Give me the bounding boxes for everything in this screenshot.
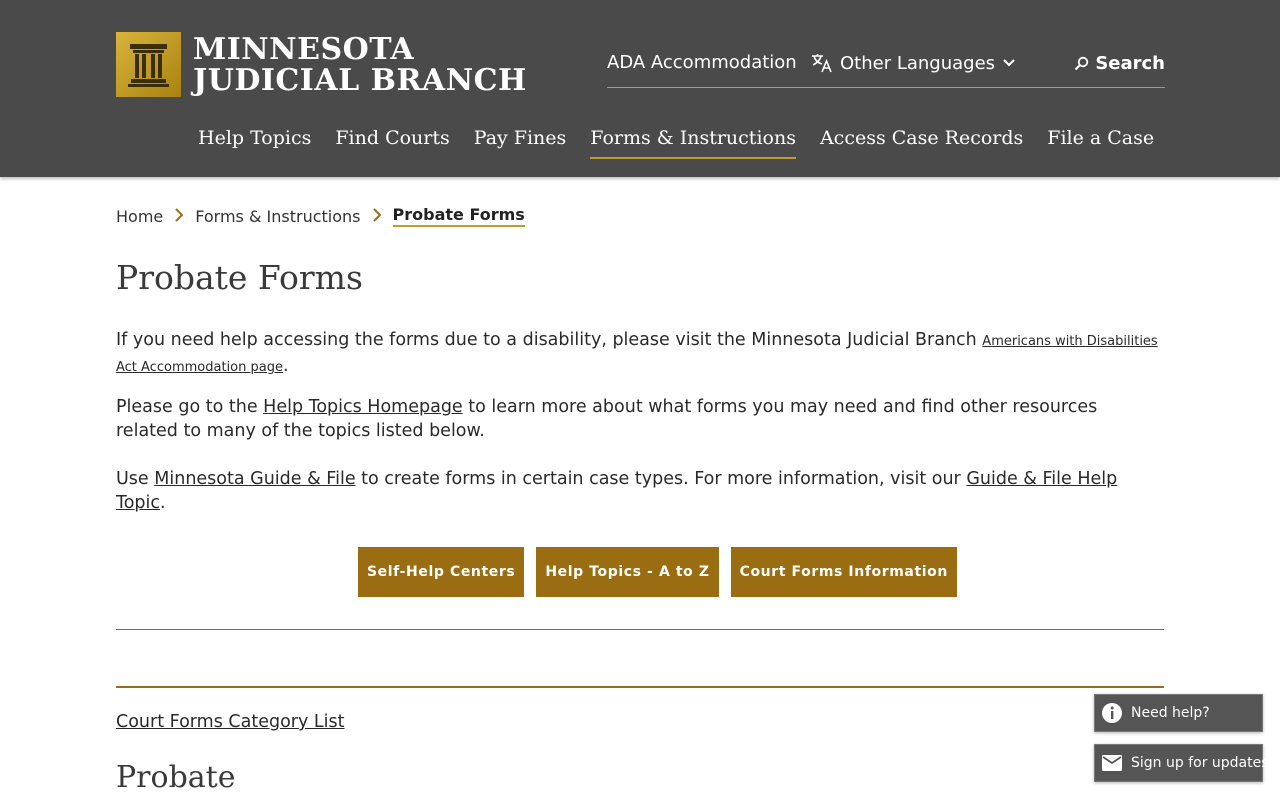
chevron-right-icon — [175, 207, 184, 226]
breadcrumb-current: Probate Forms — [392, 205, 525, 227]
site-logo[interactable]: MINNESOTA JUDICIAL BRANCH — [116, 32, 527, 97]
sign-up-label: Sign up for updates — [1131, 755, 1269, 771]
breadcrumb: Home Forms & Instructions Probate Forms — [116, 205, 525, 227]
search-button[interactable]: Search — [1074, 53, 1165, 74]
nav-help-topics[interactable]: Help Topics — [198, 127, 311, 159]
paragraph-end: . — [160, 493, 166, 513]
courthouse-pillar-icon — [116, 32, 181, 97]
guide-file-paragraph: Use Minnesota Guide & File to create for… — [116, 467, 1164, 515]
logo-text: MINNESOTA JUDICIAL BRANCH — [193, 34, 527, 96]
section-heading: Probate — [116, 760, 236, 795]
divider — [116, 629, 1164, 630]
nav-access-case-records[interactable]: Access Case Records — [820, 127, 1023, 159]
help-topics-paragraph: Please go to the Help Topics Homepage to… — [116, 395, 1164, 443]
paragraph-text: Please go to the — [116, 397, 264, 417]
main-nav: Help Topics Find Courts Pay Fines Forms … — [198, 127, 1178, 159]
ada-accommodation-link[interactable]: ADA Accommodation — [607, 52, 797, 73]
search-label: Search — [1095, 53, 1165, 74]
mail-icon — [1102, 755, 1122, 771]
breadcrumb-forms-instructions[interactable]: Forms & Instructions — [195, 207, 360, 226]
divider — [116, 686, 1164, 688]
nav-find-courts[interactable]: Find Courts — [335, 127, 449, 159]
need-help-button[interactable]: Need help? — [1094, 694, 1263, 732]
paragraph-text: Use — [116, 469, 155, 489]
nav-pay-fines[interactable]: Pay Fines — [474, 127, 567, 159]
self-help-centers-button[interactable]: Self-Help Centers — [358, 547, 525, 597]
sign-up-updates-button[interactable]: Sign up for updates — [1094, 744, 1269, 782]
site-header: MINNESOTA JUDICIAL BRANCH ADA Accommodat… — [0, 0, 1280, 177]
accessibility-paragraph: If you need help accessing the forms due… — [116, 328, 1164, 380]
info-icon — [1102, 703, 1122, 723]
court-forms-category-list-link[interactable]: Court Forms Category List — [116, 712, 345, 732]
paragraph-text: to create forms in certain case types. F… — [355, 469, 967, 489]
help-topics-homepage-link[interactable]: Help Topics Homepage — [263, 397, 463, 417]
logo-line-2: JUDICIAL BRANCH — [193, 62, 527, 98]
search-icon — [1075, 56, 1089, 71]
logo-line-1: MINNESOTA — [193, 31, 415, 67]
quick-links: Self-Help Centers Help Topics - A to Z C… — [358, 547, 969, 597]
paragraph-end: . — [282, 356, 289, 376]
breadcrumb-home[interactable]: Home — [116, 207, 163, 226]
translate-icon — [812, 54, 832, 73]
utility-nav: ADA Accommodation Other Languages Search — [607, 52, 1165, 88]
page-title: Probate Forms — [116, 258, 363, 297]
nav-forms-instructions[interactable]: Forms & Instructions — [590, 127, 796, 159]
help-topics-a-to-z-button[interactable]: Help Topics - A to Z — [536, 547, 719, 597]
court-forms-information-button[interactable]: Court Forms Information — [730, 547, 957, 597]
other-languages-label: Other Languages — [840, 52, 996, 74]
nav-file-a-case[interactable]: File a Case — [1047, 127, 1154, 159]
need-help-label: Need help? — [1131, 705, 1210, 721]
other-languages-dropdown[interactable]: Other Languages — [810, 52, 1023, 74]
guide-and-file-link[interactable]: Minnesota Guide & File — [154, 469, 355, 489]
paragraph-text: If you need help accessing the forms due… — [116, 330, 983, 350]
chevron-down-icon — [1003, 59, 1015, 67]
chevron-right-icon — [372, 207, 381, 226]
